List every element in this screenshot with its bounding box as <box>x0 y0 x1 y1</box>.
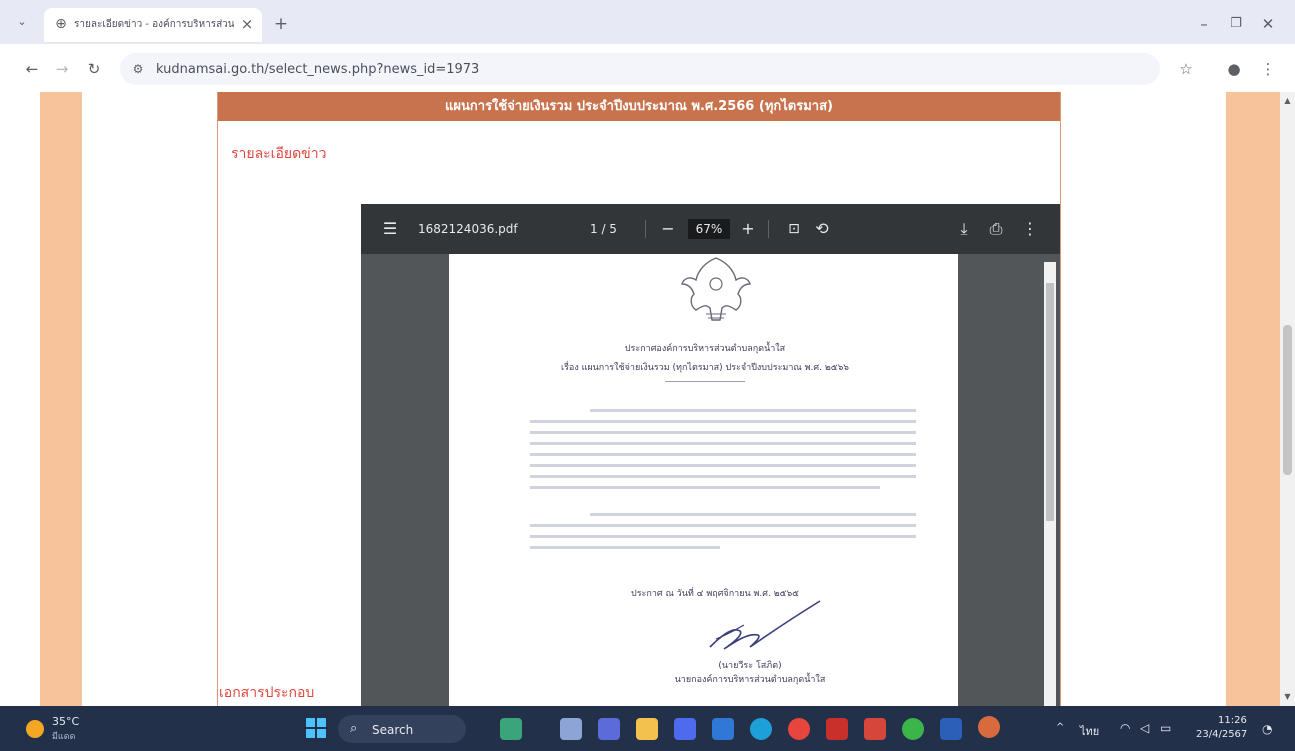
attachments-heading: เอกสารประกอบ <box>219 685 315 701</box>
body-text-line <box>530 475 916 478</box>
pdf-file-name: 1682124036.pdf <box>418 222 518 236</box>
zoom-level-field[interactable]: 67% <box>688 219 730 239</box>
minimize-icon[interactable]: – <box>1194 14 1214 34</box>
clock-date[interactable]: 23/4/2567 <box>1196 729 1247 740</box>
back-icon[interactable]: ← <box>22 59 42 79</box>
reload-icon[interactable]: ↻ <box>84 59 104 79</box>
body-text-line <box>530 464 916 467</box>
new-tab-icon[interactable]: + <box>272 14 290 34</box>
photos-icon[interactable] <box>978 716 1000 738</box>
close-window-icon[interactable]: ✕ <box>1258 14 1278 34</box>
pdf-scrollbar-thumb[interactable] <box>1046 283 1054 521</box>
widgets-icon[interactable] <box>500 718 522 740</box>
body-text-line <box>530 535 916 538</box>
tab-title: รายละเอียดข่าว - องค์การบริหารส่วนตำบลกุ… <box>74 19 234 30</box>
weather-temperature[interactable]: 35°C <box>52 715 79 728</box>
zoom-in-icon[interactable]: + <box>738 219 758 239</box>
decorative-band-right <box>1226 92 1280 706</box>
teams-icon[interactable] <box>598 718 620 740</box>
pdf-more-icon[interactable]: ⋮ <box>1020 219 1040 239</box>
rotate-icon[interactable]: ⟲ <box>812 219 832 239</box>
print-icon[interactable]: ⎙ <box>986 219 1006 239</box>
profile-icon[interactable]: ● <box>1224 59 1244 79</box>
news-detail-heading: รายละเอียดข่าว <box>231 146 327 162</box>
menu-kebab-icon[interactable]: ⋮ <box>1258 59 1278 79</box>
signer-name: (นายวีระ โสภิต) <box>718 661 782 671</box>
document-subject: เรื่อง แผนการใช้จ่ายเงินรวม (ทุกไตรมาส) … <box>561 363 849 373</box>
garuda-emblem <box>681 257 751 321</box>
url-text[interactable]: kudnamsai.go.th/select_news.php?news_id=… <box>156 62 479 77</box>
globe-icon: ⊕ <box>55 16 67 32</box>
body-text-line <box>530 546 720 549</box>
signer-title: นายกองค์การบริหารส่วนตำบลกุดน้ำใส <box>674 675 826 685</box>
taskbar-search-label: Search <box>372 723 414 737</box>
word-icon[interactable] <box>940 718 962 740</box>
tab-search-chevron-icon[interactable]: ⌄ <box>12 12 32 32</box>
body-text-line <box>530 442 916 445</box>
decorative-band-left <box>40 92 82 706</box>
task-view-icon[interactable] <box>560 718 582 740</box>
download-icon[interactable]: ⤓ <box>954 219 974 239</box>
forward-icon[interactable]: → <box>52 59 72 79</box>
site-info-icon[interactable]: ⚙ <box>128 59 148 79</box>
pdf-page-indicator[interactable]: 1 / 5 <box>590 219 617 239</box>
battery-icon[interactable]: ▭ <box>1160 721 1171 735</box>
document-divider <box>665 381 745 382</box>
page-scrollbar-thumb[interactable] <box>1283 325 1292 475</box>
handwritten-signature <box>709 600 821 650</box>
body-text-line <box>530 524 916 527</box>
toolbar-divider <box>768 220 769 238</box>
wifi-icon[interactable]: ◠ <box>1120 721 1130 735</box>
edge-icon[interactable] <box>750 718 772 740</box>
body-text-line <box>590 409 916 412</box>
weather-description[interactable]: มีแดด <box>52 729 75 743</box>
zoom-out-icon[interactable]: − <box>658 219 678 239</box>
pdf-reader-icon[interactable] <box>864 718 886 740</box>
toolbar-divider <box>645 220 646 238</box>
scroll-up-icon[interactable]: ▲ <box>1280 94 1295 108</box>
close-tab-icon[interactable]: × <box>238 14 256 34</box>
fit-page-icon[interactable]: ⊡ <box>784 219 804 239</box>
acrobat-icon[interactable] <box>826 718 848 740</box>
news-title-bar: แผนการใช้จ่ายเงินรวม ประจำปีงบประมาณ พ.ศ… <box>218 92 1060 121</box>
line-icon[interactable] <box>902 718 924 740</box>
pdf-menu-icon[interactable]: ☰ <box>380 219 400 239</box>
store-icon[interactable] <box>674 718 696 740</box>
restore-icon[interactable]: ❐ <box>1226 14 1246 34</box>
scroll-down-icon[interactable]: ▼ <box>1280 690 1295 704</box>
input-language[interactable]: ไทย <box>1080 722 1099 740</box>
file-explorer-icon[interactable] <box>636 718 658 740</box>
body-text-line <box>590 513 916 516</box>
windows-start-icon[interactable] <box>306 718 326 738</box>
document-issuer: ประกาศองค์การบริหารส่วนตำบลกุดน้ำใส <box>624 344 786 354</box>
search-icon: ⌕ <box>350 721 358 736</box>
mail-icon[interactable] <box>712 718 734 740</box>
notification-icon[interactable]: ◔ <box>1262 722 1272 736</box>
body-text-line <box>530 431 916 434</box>
clock-time[interactable]: 11:26 <box>1218 715 1247 726</box>
bookmark-star-icon[interactable]: ☆ <box>1176 59 1196 79</box>
chrome-icon[interactable] <box>788 718 810 740</box>
body-text-line <box>530 453 916 456</box>
chevron-up-icon[interactable]: ^ <box>1056 722 1064 733</box>
sun-weather-icon[interactable] <box>26 720 44 738</box>
body-text-line <box>530 486 880 489</box>
body-text-line <box>530 420 916 423</box>
volume-icon[interactable]: ◁ <box>1140 721 1149 735</box>
